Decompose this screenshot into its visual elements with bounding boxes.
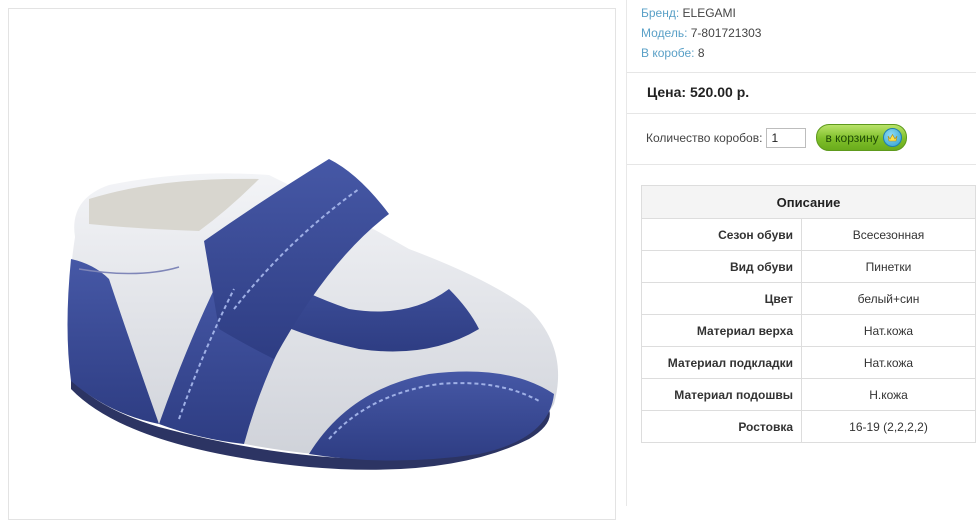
- table-row: Материал подкладки Нат.кожа: [641, 346, 976, 379]
- product-image-frame[interactable]: [8, 8, 616, 520]
- spec-value: Всесезонная: [801, 218, 976, 251]
- table-row: Сезон обуви Всесезонная: [641, 218, 976, 251]
- product-meta: Бренд: ELEGAMI Модель: 7-801721303 В кор…: [641, 3, 761, 63]
- spec-value: 16-19 (2,2,2,2): [801, 410, 976, 443]
- spec-key: Цвет: [641, 282, 802, 315]
- spec-key: Материал подкладки: [641, 346, 802, 379]
- spec-value: Нат.кожа: [801, 314, 976, 347]
- table-row: Материал верха Нат.кожа: [641, 314, 976, 347]
- price: Цена: 520.00 р.: [647, 84, 750, 100]
- quantity-input[interactable]: [766, 127, 807, 148]
- product-photo-shoe: [67, 159, 559, 470]
- model-label: Модель:: [641, 26, 688, 40]
- divider: [627, 164, 976, 165]
- description-table: Описание Сезон обуви Всесезонная Вид обу…: [641, 185, 976, 443]
- description-title: Описание: [641, 185, 976, 219]
- spec-key: Вид обуви: [641, 250, 802, 283]
- table-row: Ростовка 16-19 (2,2,2,2): [641, 410, 976, 443]
- model-value: 7-801721303: [690, 26, 762, 40]
- column-divider: [626, 0, 627, 506]
- quantity-label: Количество коробов:: [646, 130, 763, 145]
- model-row: Модель: 7-801721303: [641, 23, 761, 43]
- brand-row: Бренд: ELEGAMI: [641, 3, 761, 23]
- brand-value[interactable]: ELEGAMI: [683, 6, 736, 20]
- table-row: Вид обуви Пинетки: [641, 250, 976, 283]
- spec-key: Ростовка: [641, 410, 802, 443]
- spec-value: Нат.кожа: [801, 346, 976, 379]
- spec-key: Материал подошвы: [641, 378, 802, 411]
- add-to-cart-label: в корзину: [825, 130, 879, 145]
- table-row: Материал подошвы Н.кожа: [641, 378, 976, 411]
- spec-value: Пинетки: [801, 250, 976, 283]
- divider: [627, 113, 976, 114]
- table-row: Цвет белый+син: [641, 282, 976, 315]
- spec-key: Сезон обуви: [641, 218, 802, 251]
- crown-icon: [882, 128, 902, 147]
- brand-label: Бренд:: [641, 6, 680, 20]
- spec-value: Н.кожа: [801, 378, 976, 411]
- box-row: В коробе: 8: [641, 43, 761, 63]
- box-count-value: 8: [697, 46, 705, 60]
- order-row: Количество коробов: в корзину: [646, 124, 907, 151]
- divider: [627, 72, 976, 73]
- spec-value: белый+син: [801, 282, 976, 315]
- spec-key: Материал верха: [641, 314, 802, 347]
- add-to-cart-button[interactable]: в корзину: [816, 124, 907, 151]
- box-count-label: В коробе:: [641, 46, 695, 60]
